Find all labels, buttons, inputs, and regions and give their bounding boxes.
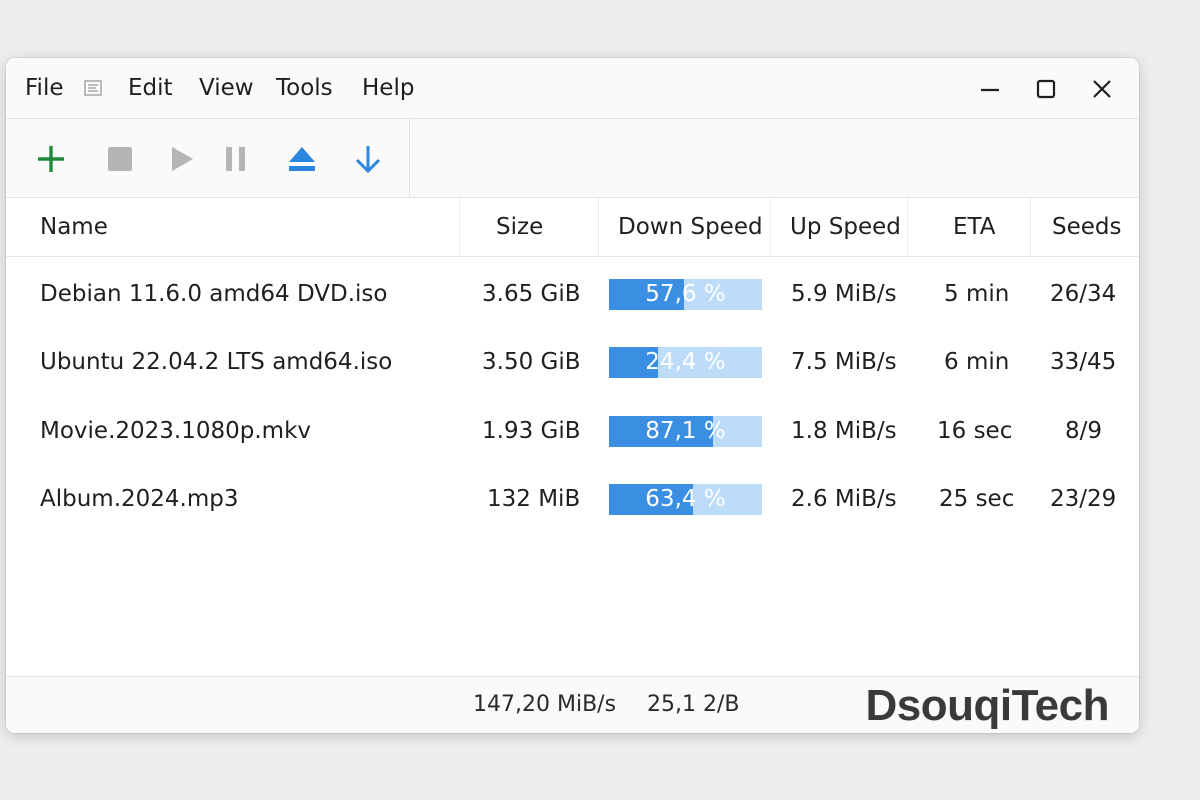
add-torrent-button[interactable] (31, 139, 71, 179)
row-eta: 25 sec (939, 486, 1015, 512)
row-name: Ubuntu 22.04.2 LTS amd64.iso (40, 349, 393, 375)
pause-icon (226, 147, 245, 171)
brand-logo: DsouqiTech (865, 681, 1109, 730)
arrow-down-icon (355, 146, 381, 174)
table-row[interactable]: Debian 11.6.0 amd64 DVD.iso 3.65 GiB 57,… (6, 260, 1139, 328)
row-up-speed: 1.8 MiB/s (791, 418, 897, 444)
torrent-client-window: File Edit View Tools Help Name Size Down… (6, 58, 1139, 733)
row-up-speed: 7.5 MiB/s (791, 349, 897, 375)
menu-file[interactable]: File (25, 73, 64, 103)
progress-text: 63,4 % (645, 486, 726, 512)
column-divider (1030, 198, 1031, 256)
progress-text: 87,1 % (645, 418, 726, 444)
menu-view[interactable]: View (199, 73, 254, 103)
menu-tools[interactable]: Tools (276, 73, 333, 103)
row-seeds: 23/29 (1050, 486, 1117, 512)
column-divider (770, 198, 771, 256)
column-header-size[interactable]: Size (496, 198, 543, 256)
column-header-name[interactable]: Name (40, 198, 108, 256)
row-seeds: 26/34 (1050, 281, 1117, 307)
minimize-icon (981, 88, 999, 92)
maximize-icon (1036, 79, 1056, 99)
progress-bar: 87,1 % (609, 416, 762, 447)
eject-icon (289, 147, 315, 171)
row-name: Album.2024.mp3 (40, 486, 239, 512)
column-header-up-speed[interactable]: Up Speed (790, 198, 901, 256)
maximize-button[interactable] (1026, 72, 1066, 106)
pause-button[interactable] (216, 139, 256, 179)
progress-text: 24,4 % (645, 349, 726, 375)
row-eta: 5 min (944, 281, 1010, 307)
progress-bar: 24,4 % (609, 347, 762, 378)
row-up-speed: 2.6 MiB/s (791, 486, 897, 512)
stop-icon (108, 147, 132, 171)
row-eta: 6 min (944, 349, 1010, 375)
table-header: Name Size Down Speed Up Speed ETA Seeds (6, 198, 1139, 257)
play-icon (172, 147, 193, 171)
eject-button[interactable] (282, 139, 322, 179)
close-button[interactable] (1082, 72, 1122, 106)
minimize-button[interactable] (970, 72, 1010, 106)
row-name: Debian 11.6.0 amd64 DVD.iso (40, 281, 388, 307)
status-down-total: 147,20 MiB/s (473, 692, 617, 717)
plus-icon (38, 146, 64, 172)
list-icon (84, 80, 102, 96)
toolbar (6, 119, 1139, 198)
row-seeds: 8/9 (1065, 418, 1103, 444)
progress-bar: 57,6 % (609, 279, 762, 310)
status-bar: 147,20 MiB/s 25,1 2/B DsouqiTech (6, 676, 1139, 733)
toolbar-separator (409, 119, 410, 197)
column-divider (459, 198, 460, 256)
table-row[interactable]: Album.2024.mp3 132 MiB 63,4 % 2.6 MiB/s … (6, 465, 1139, 533)
row-size: 3.65 GiB (482, 281, 581, 307)
row-size: 1.93 GiB (482, 418, 581, 444)
menu-edit[interactable]: Edit (128, 73, 173, 103)
row-seeds: 33/45 (1050, 349, 1117, 375)
table-row[interactable]: Movie.2023.1080p.mkv 1.93 GiB 87,1 % 1.8… (6, 397, 1139, 465)
column-header-eta[interactable]: ETA (953, 198, 996, 256)
progress-text: 57,6 % (645, 281, 726, 307)
close-icon (1093, 80, 1111, 98)
status-up-total: 25,1 2/B (647, 692, 740, 717)
column-header-down-speed[interactable]: Down Speed (618, 198, 763, 256)
column-header-seeds[interactable]: Seeds (1052, 198, 1121, 256)
row-size: 132 MiB (487, 486, 581, 512)
column-divider (907, 198, 908, 256)
row-up-speed: 5.9 MiB/s (791, 281, 897, 307)
progress-bar: 63,4 % (609, 484, 762, 515)
row-size: 3.50 GiB (482, 349, 581, 375)
table-row[interactable]: Ubuntu 22.04.2 LTS amd64.iso 3.50 GiB 24… (6, 328, 1139, 396)
download-button[interactable] (348, 139, 388, 179)
menu-bar: File Edit View Tools Help (6, 58, 1139, 119)
menu-help[interactable]: Help (362, 73, 414, 103)
start-button[interactable] (161, 139, 201, 179)
column-divider (598, 198, 599, 256)
row-eta: 16 sec (937, 418, 1013, 444)
row-name: Movie.2023.1080p.mkv (40, 418, 312, 444)
stop-button[interactable] (100, 139, 140, 179)
